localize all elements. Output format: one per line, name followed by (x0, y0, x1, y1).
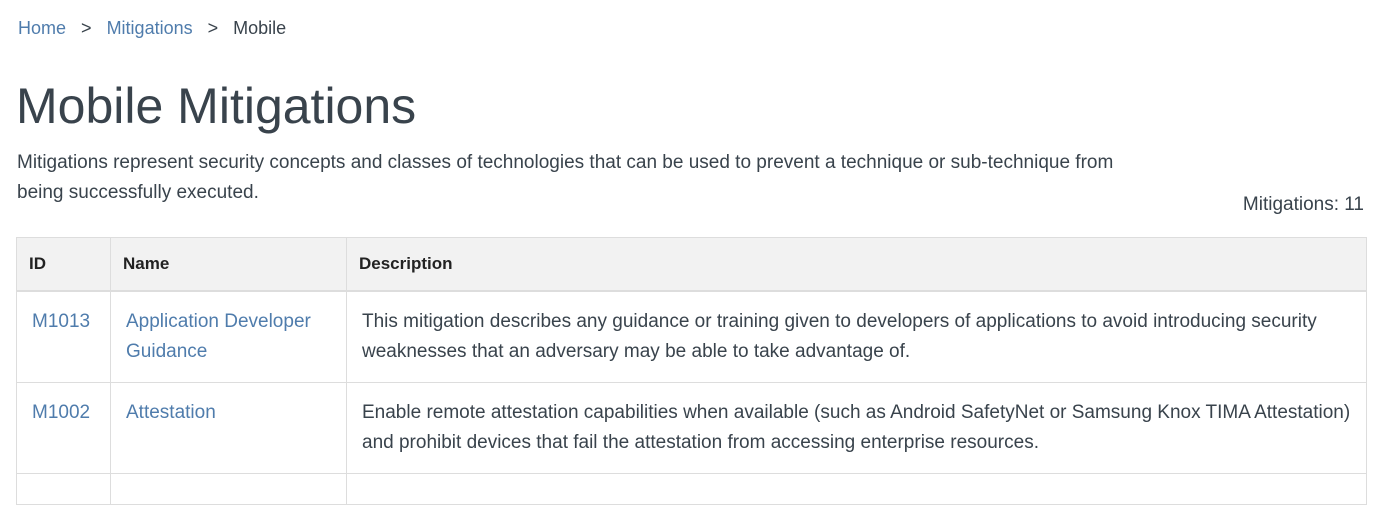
mitigations-table: ID Name Description M1013 Application De… (16, 237, 1367, 505)
breadcrumb-mitigations-link[interactable]: Mitigations (107, 18, 193, 38)
mitigation-id-cell: M1002 (16, 382, 111, 474)
page-description: Mitigations represent security concepts … (17, 152, 1114, 203)
mitigations-count: Mitigations: 11 (1242, 194, 1364, 215)
mitigations-table-container: ID Name Description M1013 Application De… (16, 237, 1367, 505)
table-row: M1013 Application Developer Guidance Thi… (16, 290, 1367, 383)
mitigation-name-link[interactable]: Attestation (126, 402, 216, 423)
table-row: M1002 Attestation Enable remote attestat… (16, 382, 1367, 474)
column-header-name[interactable]: Name (110, 237, 347, 292)
mitigation-id-cell: M1013 (16, 290, 111, 383)
breadcrumb-separator: > (207, 18, 219, 38)
mitigation-id-link[interactable]: M1002 (32, 402, 90, 423)
mitigation-name-cell (110, 473, 347, 505)
mitigation-description: Enable remote attestation capabilities w… (346, 382, 1367, 474)
mitigation-id-link[interactable]: M1013 (32, 311, 90, 332)
table-row (16, 473, 1367, 505)
mitigation-id-cell (16, 473, 111, 505)
page-title: Mobile Mitigations (16, 78, 417, 134)
table-header-row: ID Name Description (16, 237, 1367, 292)
mitigation-name-cell: Attestation (110, 382, 347, 474)
mitigation-name-link[interactable]: Application Developer Guidance (126, 311, 311, 362)
mitigation-description (346, 473, 1367, 505)
column-header-description[interactable]: Description (346, 237, 1367, 292)
mitigation-name-cell: Application Developer Guidance (110, 290, 347, 383)
breadcrumb-separator: > (81, 18, 92, 38)
breadcrumb-home-link[interactable]: Home (18, 18, 66, 38)
breadcrumb-current: Mobile (233, 18, 287, 38)
column-header-id[interactable]: ID (16, 237, 111, 292)
mitigation-description: This mitigation describes any guidance o… (346, 290, 1367, 383)
breadcrumb: Home > Mitigations > Mobile (18, 16, 286, 40)
